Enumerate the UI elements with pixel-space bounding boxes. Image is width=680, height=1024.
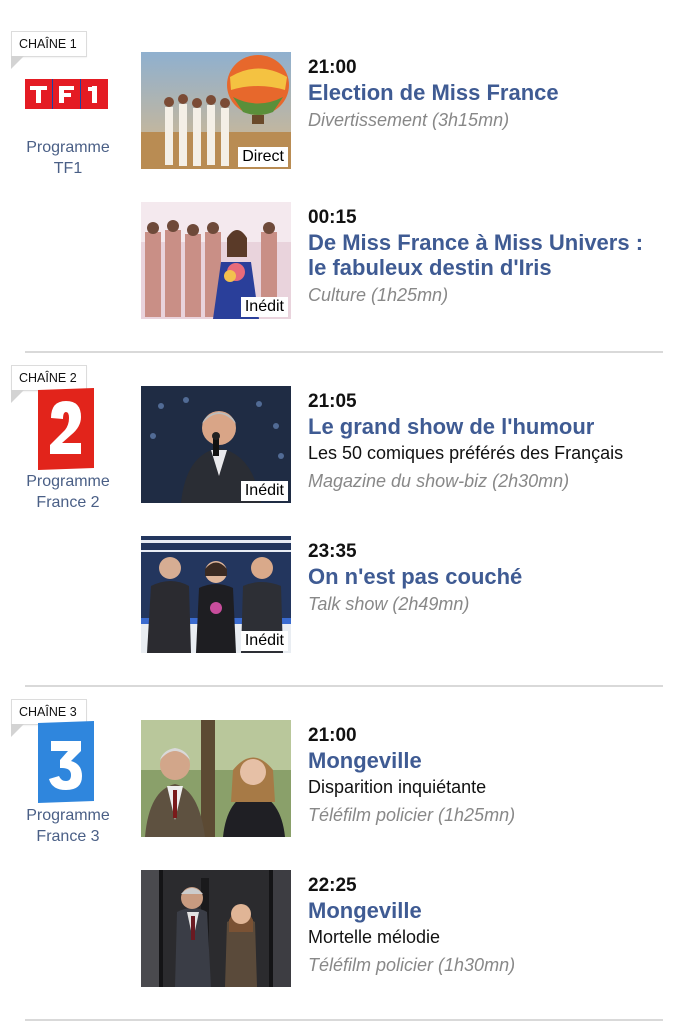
status-badge: Inédit [240,297,288,317]
program-title-link[interactable]: On n'est pas couché [308,564,522,589]
program-genre: Magazine du show-biz (2h30mn) [308,471,570,491]
program-genre: Talk show (2h49mn) [308,594,470,614]
program-subtitle: Mortelle mélodie [308,927,441,947]
program-title-line: De Miss France à Miss Univers : [308,230,644,255]
program-subtitle: Disparition inquiétante [308,777,487,797]
program-time: 22:25 [308,875,357,896]
program-genre: Culture (1h25mn) [308,285,449,305]
section-divider [25,1019,663,1021]
program-time: 21:00 [308,725,357,746]
program-genre: Divertissement (3h15mn) [308,110,510,130]
program-subtitle: Les 50 comiques préférés des Français [308,443,624,463]
program-thumbnail[interactable] [141,870,291,987]
status-badge: Inédit [240,481,288,501]
program-item[interactable]: Direct 21:00 Election de Miss France Div… [0,52,680,170]
mongeville-photo [141,720,291,837]
program-item[interactable]: 21:00 Mongeville Disparition inquiétante… [0,720,680,838]
status-badge: Direct [238,147,288,167]
program-thumbnail[interactable]: Inédit [141,202,291,319]
program-title-link[interactable]: Le grand show de l'humour [308,414,594,439]
program-item[interactable]: Inédit 23:35 On n'est pas couché Talk sh… [0,536,680,654]
program-thumbnail[interactable]: Inédit [141,386,291,503]
mongeville-photo [141,870,291,987]
program-item[interactable]: Inédit 21:05 Le grand show de l'humour L… [0,386,680,504]
program-genre: Téléfilm policier (1h25mn) [308,805,516,825]
program-thumbnail[interactable]: Inédit [141,536,291,653]
program-thumbnail[interactable] [141,720,291,837]
program-title-link[interactable]: De Miss France à Miss Univers : le fabul… [308,230,643,280]
program-item[interactable]: Inédit 00:15 De Miss France à Miss Unive… [0,202,680,320]
program-title-link[interactable]: Election de Miss France [308,80,559,105]
status-badge: Inédit [240,631,288,651]
section-divider [25,685,663,687]
program-title-link[interactable]: Mongeville [308,898,422,923]
program-time: 21:05 [308,391,357,412]
program-time: 00:15 [308,207,357,228]
program-title-line: le fabuleux destin d'Iris [308,255,552,280]
section-divider [25,351,663,353]
program-thumbnail[interactable]: Direct [141,52,291,169]
program-item[interactable]: 22:25 Mongeville Mortelle mélodie Téléfi… [0,870,680,988]
program-genre: Téléfilm policier (1h30mn) [308,955,516,975]
program-time: 21:00 [308,57,357,78]
program-time: 23:35 [308,541,357,562]
program-title-link[interactable]: Mongeville [308,748,422,773]
